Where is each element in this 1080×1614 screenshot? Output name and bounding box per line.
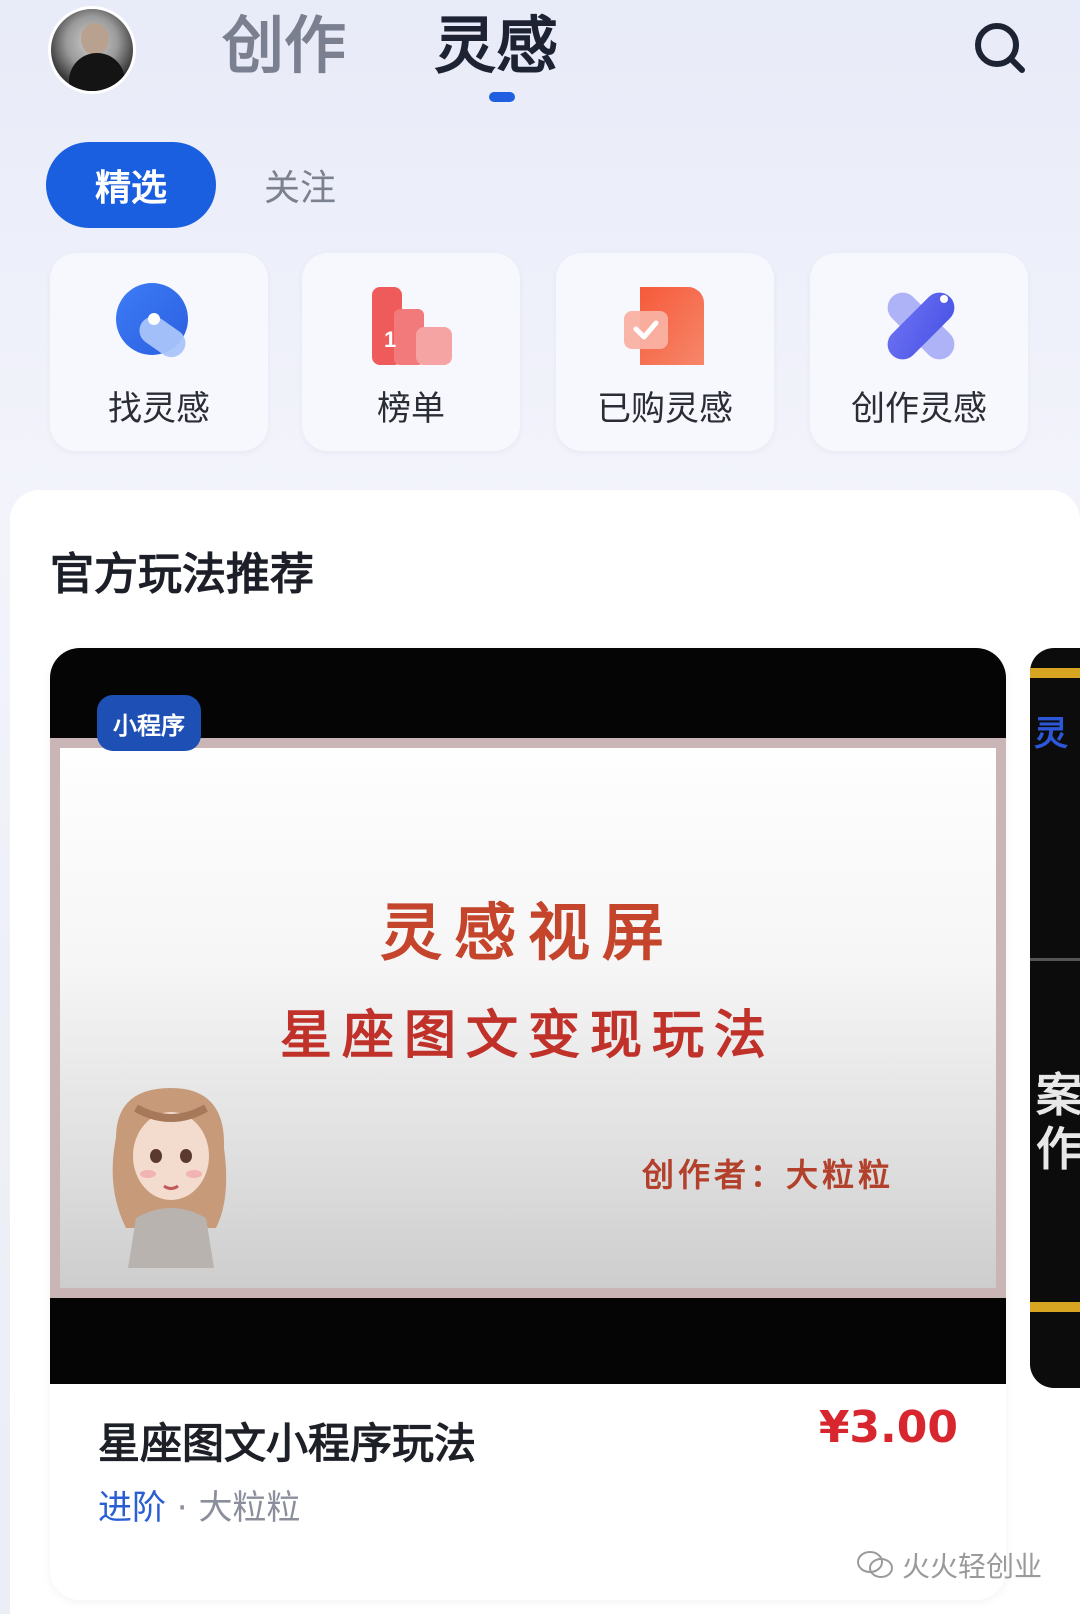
recommend-card[interactable]: 灵感视屏 星座图文变现玩法 创作者：大粒粒 小程序 星座图文小程序玩法 ¥3.0…: [50, 648, 1006, 1600]
search-icon: [975, 23, 1025, 73]
slide-subtitle: 星座图文变现玩法: [279, 1005, 776, 1066]
watermark-text: 火火轻创业: [902, 1550, 1043, 1583]
ranking-podium-icon: 1: [372, 287, 452, 365]
peek-divider: [1030, 958, 1080, 961]
shortcut-label: 已购灵感: [597, 389, 733, 429]
shortcut-label: 榜单: [377, 389, 445, 429]
slide-author: 创作者：大粒粒: [642, 1156, 895, 1194]
meta-separator: ·: [166, 1488, 199, 1528]
filter-featured-chip[interactable]: 精选: [46, 142, 216, 228]
peek-accent-bar: [1030, 668, 1080, 678]
avatar-body: [69, 53, 125, 91]
purchased-check-icon: [624, 287, 704, 365]
peek-accent-bar: [1030, 1302, 1080, 1312]
card-author[interactable]: 大粒粒: [198, 1488, 300, 1528]
cartoon-girl-illustration: [112, 1088, 227, 1268]
mini-program-badge: 小程序: [97, 695, 201, 751]
shortcut-label: 找灵感: [108, 389, 210, 429]
shortcut-find-inspiration[interactable]: 找灵感: [50, 253, 268, 451]
svg-text:1: 1: [384, 327, 396, 352]
magnifier-tag-icon: [116, 283, 188, 358]
shortcut-purchased[interactable]: 已购灵感: [556, 253, 774, 451]
tab-create[interactable]: 创作: [222, 10, 346, 82]
filter-following-chip[interactable]: 关注: [264, 142, 336, 228]
slide-title: 灵感视屏: [379, 896, 676, 969]
thumbnail-slide: 灵感视屏 星座图文变现玩法 创作者：大粒粒: [50, 738, 1006, 1298]
user-avatar[interactable]: [48, 6, 136, 94]
shortcut-create-inspiration[interactable]: 创作灵感: [810, 253, 1028, 451]
section-title: 官方玩法推荐: [50, 549, 314, 600]
create-cross-icon: [887, 292, 955, 360]
shortcut-ranking[interactable]: 1 榜单: [302, 253, 520, 451]
card-price: ¥3.00: [818, 1402, 958, 1453]
watermark: 火火轻创业: [856, 1545, 1042, 1585]
avatar-face: [81, 23, 109, 55]
peek-text-top: 灵: [1034, 714, 1068, 754]
peek-text-bottom: 案作: [1036, 1068, 1080, 1176]
shortcut-label: 创作灵感: [851, 389, 987, 429]
tab-inspiration[interactable]: 灵感: [434, 10, 558, 82]
search-button[interactable]: [972, 20, 1028, 76]
level-tag: 进阶: [98, 1488, 166, 1528]
card-title[interactable]: 星座图文小程序玩法: [98, 1410, 476, 1471]
wechat-icon: [857, 1551, 893, 1578]
next-card-peek[interactable]: 灵 案作: [1030, 648, 1080, 1388]
card-thumbnail[interactable]: 灵感视屏 星座图文变现玩法 创作者：大粒粒 小程序: [50, 648, 1006, 1384]
active-tab-indicator: [489, 92, 515, 102]
card-meta: 进阶 · 大粒粒: [98, 1480, 300, 1529]
